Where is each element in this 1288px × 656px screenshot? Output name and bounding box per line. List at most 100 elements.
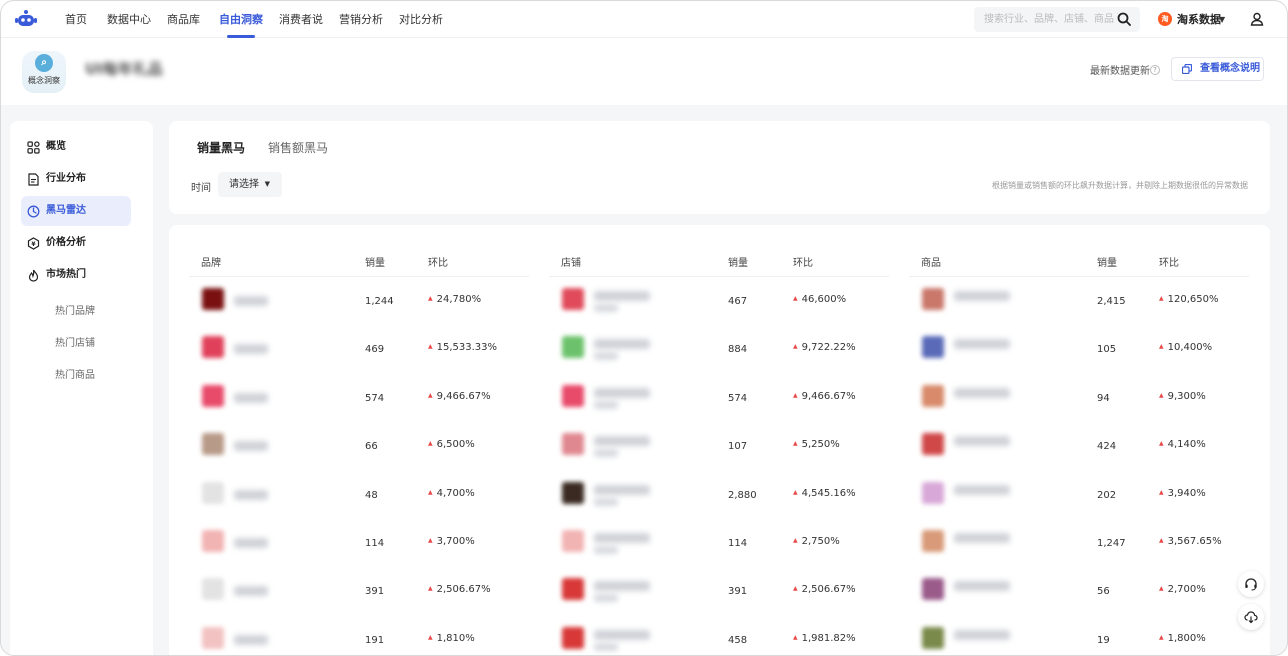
table-row[interactable]: 1,247 ▲ 3,567.65% [909,519,1249,567]
item-thumbnail[interactable] [202,433,224,456]
item-name-blurred[interactable] [594,581,650,592]
item-name-blurred[interactable] [234,296,268,306]
item-thumbnail[interactable] [562,530,584,552]
table-row[interactable]: 114 ▲ 3,700% [189,519,529,567]
nav-product-library[interactable]: 商品库 [167,1,200,38]
search-input[interactable]: 搜索行业、品牌、店铺、商品 [974,7,1140,32]
item-name-blurred[interactable] [234,392,268,403]
user-icon[interactable] [1250,12,1264,26]
column-header[interactable]: 销量 [1097,254,1117,269]
item-thumbnail[interactable] [202,481,224,504]
table-row[interactable]: 2,880 ▲ 4,545.16% [549,471,889,519]
table-row[interactable]: 884 ▲ 9,722.22% [549,325,889,373]
item-thumbnail[interactable] [922,530,944,552]
nav-data-center[interactable]: 数据中心 [107,1,151,38]
column-header[interactable]: 环比 [428,254,448,269]
item-name-blurred[interactable] [594,387,650,398]
item-name-blurred[interactable] [954,581,1010,592]
table-row[interactable]: 574 ▲ 9,466.67% [189,374,529,422]
help-icon[interactable]: ? [1150,65,1160,75]
search-icon[interactable] [1117,12,1131,26]
item-name-blurred[interactable] [594,339,650,350]
sidebar-item-industry[interactable]: 行业分布 [21,164,131,194]
table-row[interactable]: 574 ▲ 9,466.67% [549,374,889,422]
sidebar-item-price[interactable]: ¥ 价格分析 [21,228,131,258]
nav-marketing-analysis[interactable]: 营销分析 [339,1,383,38]
item-thumbnail[interactable] [562,384,584,407]
item-thumbnail[interactable] [922,626,944,649]
table-row[interactable]: 114 ▲ 2,750% [549,519,889,567]
nav-free-insight[interactable]: 自由洞察 [219,1,263,38]
item-name-blurred[interactable] [234,538,268,548]
table-row[interactable]: 94 ▲ 9,300% [909,374,1249,422]
table-row[interactable]: 391 ▲ 2,506.67% [189,567,529,615]
item-thumbnail[interactable] [922,384,944,407]
item-thumbnail[interactable] [562,626,584,649]
table-row[interactable]: 391 ▲ 2,506.67% [549,567,889,615]
item-name-blurred[interactable] [234,344,268,355]
table-row[interactable]: 469 ▲ 15,533.33% [189,325,529,373]
item-thumbnail[interactable] [562,578,584,601]
table-row[interactable]: 105 ▲ 10,400% [909,325,1249,373]
item-name-blurred[interactable] [954,533,1010,543]
item-name-blurred[interactable] [594,484,650,495]
item-thumbnail[interactable] [562,481,584,504]
item-thumbnail[interactable] [922,336,944,359]
download-button[interactable] [1238,604,1264,630]
sidebar-sub-hot-stores[interactable]: 热门店铺 [55,334,95,349]
column-header[interactable]: 销量 [728,254,748,269]
sidebar-sub-hot-products[interactable]: 热门商品 [55,366,95,381]
item-name-blurred[interactable] [594,291,650,301]
column-header[interactable]: 销量 [365,254,385,269]
table-row[interactable]: 202 ▲ 3,940% [909,471,1249,519]
item-name-blurred[interactable] [234,634,268,645]
sidebar-item-market-hot[interactable]: 市场热门 [21,260,131,290]
item-thumbnail[interactable] [922,578,944,601]
nav-compare-analysis[interactable]: 对比分析 [399,1,443,38]
item-thumbnail[interactable] [202,626,224,649]
sidebar-sub-hot-brands[interactable]: 热门品牌 [55,302,95,317]
nav-home[interactable]: 首页 [65,1,87,38]
item-thumbnail[interactable] [202,336,224,359]
item-name-blurred[interactable] [954,484,1010,495]
table-row[interactable]: 2,415 ▲ 120,650% [909,277,1249,325]
brand-switcher[interactable]: 淘系数据 [1177,1,1221,38]
item-name-blurred[interactable] [234,586,268,597]
item-name-blurred[interactable] [954,387,1010,398]
robot-logo-icon[interactable] [15,9,37,29]
table-row[interactable]: 19 ▲ 1,800% [909,616,1249,655]
item-thumbnail[interactable] [562,433,584,456]
item-thumbnail[interactable] [202,530,224,552]
item-name-blurred[interactable] [594,629,650,640]
sidebar-item-overview[interactable]: 概览 [21,132,131,162]
caret-down-icon[interactable]: ▼ [1219,1,1225,38]
time-select[interactable]: 请选择 ▼ [218,172,282,197]
item-thumbnail[interactable] [922,481,944,504]
table-row[interactable]: 66 ▲ 6,500% [189,422,529,470]
item-name-blurred[interactable] [954,436,1010,447]
item-thumbnail[interactable] [202,578,224,601]
item-name-blurred[interactable] [234,441,268,452]
item-name-blurred[interactable] [594,436,650,447]
table-row[interactable]: 107 ▲ 5,250% [549,422,889,470]
tab-sales-volume[interactable]: 销量黑马 [197,139,245,156]
table-row[interactable]: 458 ▲ 1,981.82% [549,616,889,655]
item-name-blurred[interactable] [954,629,1010,640]
table-row[interactable]: 424 ▲ 4,140% [909,422,1249,470]
item-thumbnail[interactable] [202,384,224,407]
tab-sales-amount[interactable]: 销售额黑马 [268,139,328,156]
item-name-blurred[interactable] [954,291,1010,301]
item-thumbnail[interactable] [562,288,584,310]
item-thumbnail[interactable] [922,288,944,310]
table-row[interactable]: 1,244 ▲ 24,780% [189,277,529,325]
table-row[interactable]: 48 ▲ 4,700% [189,471,529,519]
view-concept-button[interactable]: 查看概念说明 [1171,57,1264,81]
nav-consumer-voice[interactable]: 消费者说 [279,1,323,38]
table-row[interactable]: 467 ▲ 46,600% [549,277,889,325]
column-header[interactable]: 环比 [1159,254,1179,269]
table-row[interactable]: 191 ▲ 1,810% [189,616,529,655]
customer-service-button[interactable] [1238,571,1264,597]
item-thumbnail[interactable] [922,433,944,456]
item-name-blurred[interactable] [954,339,1010,350]
item-thumbnail[interactable] [202,288,224,310]
